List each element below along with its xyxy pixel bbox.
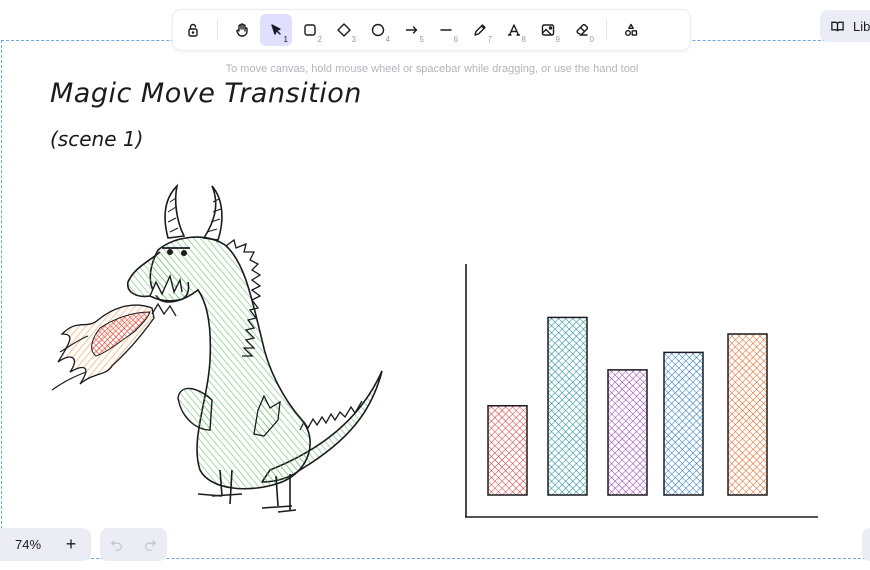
chart-bar[interactable] bbox=[607, 369, 648, 496]
zoom-controls: 74% + bbox=[0, 528, 91, 561]
help-button[interactable] bbox=[862, 528, 870, 561]
dragon-right-eye bbox=[181, 250, 187, 256]
redo-icon[interactable] bbox=[143, 538, 157, 552]
chart-bar[interactable] bbox=[663, 351, 704, 496]
chart-bar[interactable] bbox=[727, 333, 768, 496]
chart-bar[interactable] bbox=[487, 405, 528, 496]
chart-bar[interactable] bbox=[547, 316, 588, 496]
dragon-drawing[interactable] bbox=[51, 183, 383, 513]
undo-icon[interactable] bbox=[110, 538, 124, 552]
zoom-in-button[interactable]: + bbox=[56, 534, 86, 555]
dragon-right-horn bbox=[202, 185, 223, 241]
dragon-left-eye bbox=[167, 249, 173, 255]
drawing-canvas[interactable] bbox=[0, 0, 870, 570]
zoom-level[interactable]: 74% bbox=[0, 537, 56, 552]
bar-chart[interactable] bbox=[465, 264, 818, 518]
undo-redo-group bbox=[100, 528, 167, 561]
dragon-lower-teeth bbox=[151, 302, 177, 317]
